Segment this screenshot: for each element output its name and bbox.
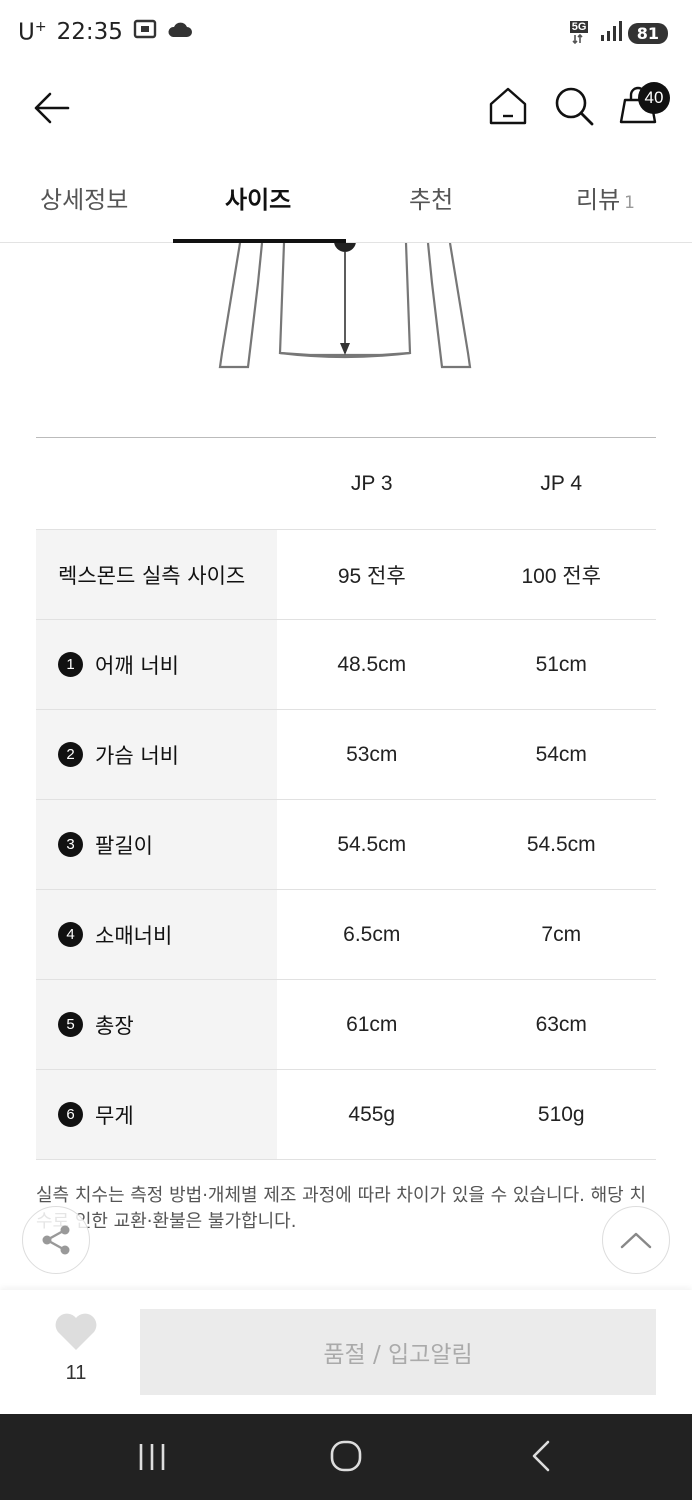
table-cell: 51cm [535,652,587,676]
row-label: 4 소매너비 [36,890,277,979]
measure-number-badge: 3 [58,832,83,857]
table-row: 6 무게 455g 510g [36,1070,656,1160]
arrow-left-icon [34,92,70,124]
table-row: 4 소매너비 6.5cm 7cm [36,890,656,980]
row-label: 2 가슴 너비 [36,710,277,799]
measure-number-badge: 5 [58,1012,83,1037]
tab-review[interactable]: 리뷰 1 [576,180,635,215]
measure-number-badge: 6 [58,1102,83,1127]
table-cell: 48.5cm [337,652,407,676]
home-icon [489,87,527,125]
home-circle-icon [330,1440,362,1472]
table-cell: 61cm [346,1012,398,1036]
status-right: 5G 81 [569,20,668,46]
tab-detail[interactable]: 상세정보 [40,180,128,215]
column-header: JP 3 [350,471,393,495]
measure-number-badge: 2 [58,742,83,767]
table-cell: 54.5cm [526,832,596,856]
size-disclaimer: 실측 치수는 측정 방법·개체별 제조 과정에 따라 차이가 있을 수 있습니다… [36,1185,647,1232]
home-button[interactable] [486,84,530,128]
soldout-restock-button[interactable]: 품절 / 입고알림 [140,1309,656,1395]
review-count: 1 [624,193,635,213]
back-nav-button[interactable] [520,1436,560,1476]
app-header [0,66,692,150]
product-tabs: 상세정보 사이즈 추천 리뷰 1 [0,150,692,243]
measure-number-badge: 4 [58,922,83,947]
row-label: 1 어깨 너비 [36,620,277,709]
back-button[interactable] [30,86,78,130]
table-cell: 6.5cm [343,922,401,946]
share-icon [42,1225,70,1255]
clock: 22:35 [56,19,123,45]
table-header-row: JP 3 JP 4 [36,438,656,530]
screenshot-icon [133,18,157,46]
system-nav-bar [0,1414,692,1500]
table-cell: 510g [537,1102,585,1126]
status-bar: U+ 22:35 5G 81 [0,0,692,66]
table-row: 2 가슴 너비 53cm 54cm [36,710,656,800]
measure-number-badge: 1 [58,652,83,677]
garment-diagram [200,230,490,383]
row-label: 5 총장 [36,980,277,1069]
home-nav-button[interactable] [326,1436,366,1476]
cart-count-badge: 40 [638,82,670,114]
recent-apps-button[interactable] [132,1438,172,1476]
search-button[interactable] [552,84,596,128]
size-table: JP 3 JP 4 렉스몬드 실측 사이즈 95 전후 100 전후 1 어깨 너… [36,437,656,1160]
table-row: 1 어깨 너비 48.5cm 51cm [36,620,656,710]
row-label: 렉스몬드 실측 사이즈 [36,530,277,619]
table-row: 렉스몬드 실측 사이즈 95 전후 100 전후 [36,530,656,620]
table-cell: 53cm [346,742,398,766]
signal-icon [600,20,622,46]
battery-indicator: 81 [627,22,668,44]
table-cell: 54cm [535,742,587,766]
table-cell: 7cm [541,922,582,946]
table-cell: 100 전후 [521,564,601,588]
search-icon [555,87,594,126]
share-button[interactable] [22,1206,90,1274]
tab-recommend[interactable]: 추천 [409,180,453,215]
recent-apps-icon [139,1444,165,1470]
table-row: 3 팔길이 54.5cm 54.5cm [36,800,656,890]
chevron-left-icon [532,1440,550,1472]
row-label: 6 무게 [36,1070,277,1159]
chevron-up-icon [620,1232,652,1249]
like-button[interactable]: 11 [48,1312,104,1392]
status-left: U+ 22:35 [18,18,193,46]
table-cell: 54.5cm [337,832,407,856]
carrier-label: U+ [18,18,47,46]
cloud-icon [167,19,193,45]
table-cell: 63cm [535,1012,587,1036]
bottom-action-bar: 11 품절 / 입고알림 [0,1290,692,1414]
like-count: 11 [65,1362,87,1384]
scroll-top-button[interactable] [602,1206,670,1274]
table-header-empty [36,438,277,529]
heart-icon [55,1313,97,1350]
table-cell: 95 전후 [337,564,406,588]
column-header: JP 4 [540,471,583,495]
table-cell: 455g [348,1102,396,1126]
network-icon: 5G [569,21,594,45]
row-label: 3 팔길이 [36,800,277,889]
table-row: 5 총장 61cm 63cm [36,980,656,1070]
tab-size[interactable]: 사이즈 [225,180,291,215]
